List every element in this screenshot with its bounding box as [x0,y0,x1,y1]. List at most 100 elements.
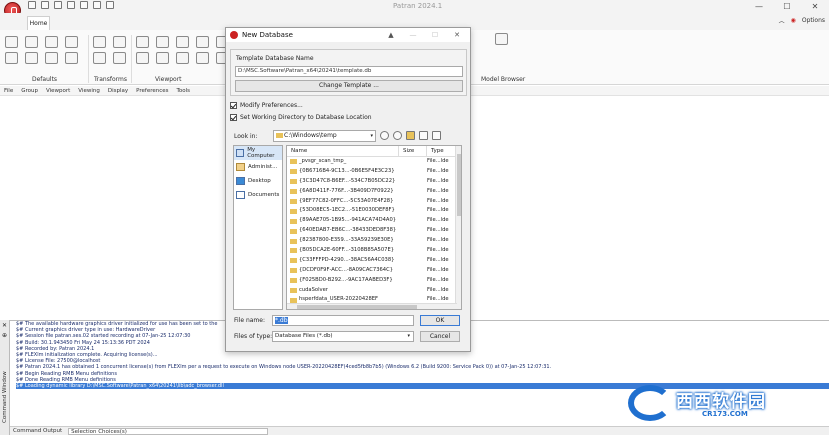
menu-preferences[interactable]: Preferences [136,88,168,94]
command-output-label: Command Output [13,428,63,434]
transform-d-icon[interactable] [113,52,126,64]
look-in-select[interactable]: C:\Windows\temp ▾ [273,130,376,142]
cancel-button[interactable]: Cancel [420,331,460,342]
forward-icon[interactable] [393,131,402,140]
group-separator [131,35,132,83]
collapse-ribbon-icon[interactable]: ︿ [779,16,785,25]
file-row[interactable]: {3C3D47C8-B6EF...-534C7B05DC22} File...ld… [287,177,461,187]
checkbox-checked-icon [230,114,237,121]
minimize-button[interactable]: — [745,0,773,13]
close-panel-icon[interactable]: ✕ [2,322,7,329]
open-file-icon[interactable] [45,36,58,48]
ok-button[interactable]: OK [420,315,460,326]
menu-viewport[interactable]: Viewport [46,88,70,94]
close-button[interactable]: ✕ [801,0,829,13]
view-top-icon[interactable] [156,36,169,48]
up-folder-icon[interactable] [406,131,415,140]
change-template-button[interactable]: Change Template ... [235,80,463,92]
new-database-dialog: New Database ▲ — ☐ ✕ Template Database N… [225,27,471,352]
view-zoom-in-icon[interactable] [176,52,189,64]
model-browser-icon[interactable] [495,33,508,45]
file-row[interactable]: {6A8D411F-776F...-3B409D7F0922} File...ld… [287,187,461,197]
file-row[interactable]: {9EF77C82-0FFC...-5C53A07E4F28} File...ld… [287,197,461,207]
menu-tools[interactable]: Tools [177,88,191,94]
view-zoom-out-icon[interactable] [196,52,209,64]
column-name[interactable]: Name [287,146,399,156]
view-layout-icon[interactable] [156,52,169,64]
folder-icon [290,218,297,224]
file-row[interactable]: {89AAE705-1B95...-941ACA74D4A0} File...ld… [287,216,461,226]
save-icon[interactable] [65,36,78,48]
tool-icon[interactable] [80,1,88,9]
file-name-input[interactable]: *.db [272,315,414,326]
view-iso-icon[interactable] [196,36,209,48]
undo-icon[interactable] [54,1,62,9]
template-db-input[interactable]: D:\MSC.Software\Patran_x64\20241\templat… [235,66,463,77]
transform-b-icon[interactable] [113,36,126,48]
chevron-down-icon: ▾ [370,133,373,139]
place-my-computer[interactable]: My Computer [234,146,282,160]
detail-view-icon[interactable] [432,131,441,140]
file-row[interactable]: {F025BD0-B292...-9AC17AABED3F} File...lde [287,276,461,286]
menu-viewing[interactable]: Viewing [78,88,100,94]
view-front-icon[interactable] [136,36,149,48]
file-row[interactable]: {640EDAB7-EB6C...-38433DED8F38} File...ld… [287,226,461,236]
set-working-dir-checkbox[interactable]: Set Working Directory to Database Locati… [230,114,372,121]
folder-icon [290,248,297,254]
folder-icon [290,179,297,185]
column-type[interactable]: Type [427,146,457,156]
modify-preferences-checkbox[interactable]: Modify Preferences... [230,102,303,109]
folder-icon [290,288,297,294]
open-icon[interactable] [41,1,49,9]
file-row[interactable]: {53D08EC5-1EC2...-51E0030DEF8F} File...ld… [287,206,461,216]
dialog-title-bar: New Database ▲ — ☐ ✕ [226,28,470,42]
pan-icon[interactable] [93,1,101,9]
menu-file[interactable]: File [4,88,13,94]
place-desktop[interactable]: Desktop [234,174,282,188]
scrollbar-thumb[interactable] [297,305,417,309]
file-row[interactable]: {B05DCA2E-60FF...-3108B85A507E} File...ld… [287,246,461,256]
place-documents[interactable]: Documents [234,188,282,202]
transform-a-icon[interactable] [93,36,106,48]
pin-panel-icon[interactable]: ⊕ [2,332,7,339]
folder-icon [290,159,297,165]
undo-ribbon-icon[interactable] [25,52,38,64]
file-row[interactable]: {DCDF0F9F-ACC...-8A09CAC7364C} File...lde [287,266,461,276]
redo-icon[interactable] [45,52,58,64]
column-size[interactable]: Size [399,146,427,156]
file-list-hscrollbar[interactable] [287,303,457,309]
help-icon[interactable]: ◉ [791,17,796,24]
options-menu[interactable]: Options [802,17,825,24]
file-nav-buttons [380,131,441,140]
place-administrator[interactable]: Administ... [234,160,282,174]
view-side-icon[interactable] [176,36,189,48]
list-view-icon[interactable] [419,131,428,140]
file-row[interactable]: {82387800-E359...-33A59239E30E} File...ld… [287,236,461,246]
maximize-button[interactable]: ☐ [773,0,801,13]
file-row[interactable]: _pvsgr_scan_tmp_ File...lde [287,157,461,167]
open-db-icon[interactable] [25,36,38,48]
back-icon[interactable] [380,131,389,140]
command-input[interactable]: Selection Choices(s) [68,427,269,435]
menu-group[interactable]: Group [21,88,38,94]
new-db-icon[interactable] [5,36,18,48]
scrollbar-thumb[interactable] [457,154,461,216]
import-icon[interactable] [5,52,18,64]
file-list-vscrollbar[interactable] [455,146,461,309]
file-type-select[interactable]: Database Files (*.db) ▾ [272,331,414,342]
file-row[interactable]: {C33FFFPD-4290...-38AC56A4C038} File...ld… [287,256,461,266]
file-list: Name Size Type _pvsgr_scan_tmp_ File...ld… [286,145,462,310]
rotate-icon[interactable] [67,1,75,9]
new-icon[interactable] [28,1,36,9]
tab-home[interactable]: Home [27,16,50,30]
transform-c-icon[interactable] [93,52,106,64]
zoom-icon[interactable] [106,1,114,9]
dialog-close-button[interactable]: ✕ [446,28,468,42]
menu-display[interactable]: Display [108,88,128,94]
dialog-collapse-icon[interactable]: ▲ [380,28,402,42]
view-grid-icon[interactable] [136,52,149,64]
file-row[interactable]: {0B6716B4-9C13...-0B6E5F4E3C23} File...ld… [287,167,461,177]
settings-icon[interactable] [65,52,78,64]
file-row[interactable]: cudaSolver File...lde [287,286,461,296]
title-bar: Patran 2024.1 — ☐ ✕ [0,0,829,13]
